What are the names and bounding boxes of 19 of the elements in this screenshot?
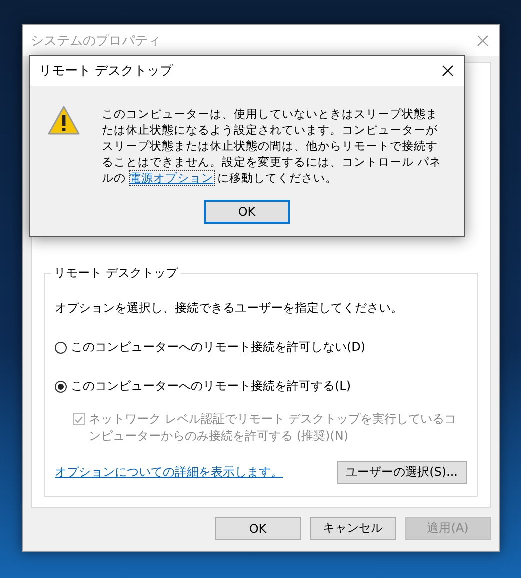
message-text: このコンピューターは、使用していないときはスリープ状態または休止状態になるよう設定されています。コンピューターがスリープ状態または休止状態の間は、他からリモートで接続することはできません。設定を変更するには、コントロール パネルの 電源オプション に移動してください。 [102, 106, 443, 186]
ok-button[interactable]: OK [215, 517, 301, 540]
checkbox-label: ネットワーク レベル認証でリモート デスクトップを実行しているコンピューターからのみ接続を許可する (推奨)(N) [89, 411, 458, 445]
dialog-title: リモート デスクトップ [39, 63, 174, 80]
group-title: リモート デスクトップ [51, 265, 181, 282]
warning-icon [48, 106, 80, 135]
help-link[interactable]: オプションについての詳細を表示します。 [55, 464, 283, 481]
select-users-button[interactable]: ユーザーの選択(S)... [336, 461, 467, 484]
instruction-text: オプションを選択し、接続できるユーザーを指定してください。 [55, 300, 404, 317]
power-options-link[interactable]: 電源オプション [130, 171, 214, 185]
radio-label[interactable]: このコンピューターへのリモート接続を許可しない(D) [71, 339, 366, 356]
close-icon[interactable] [442, 65, 454, 77]
cancel-button[interactable]: キャンセル [310, 517, 396, 540]
ok-button[interactable]: OK [204, 200, 290, 224]
window-title: システムのプロパティ [31, 32, 161, 50]
radio-label[interactable]: このコンピューターへのリモート接続を許可する(L) [71, 378, 352, 395]
apply-button: 適用(A) [405, 517, 491, 540]
radio-button[interactable] [55, 342, 67, 354]
radio-button[interactable] [55, 380, 67, 392]
